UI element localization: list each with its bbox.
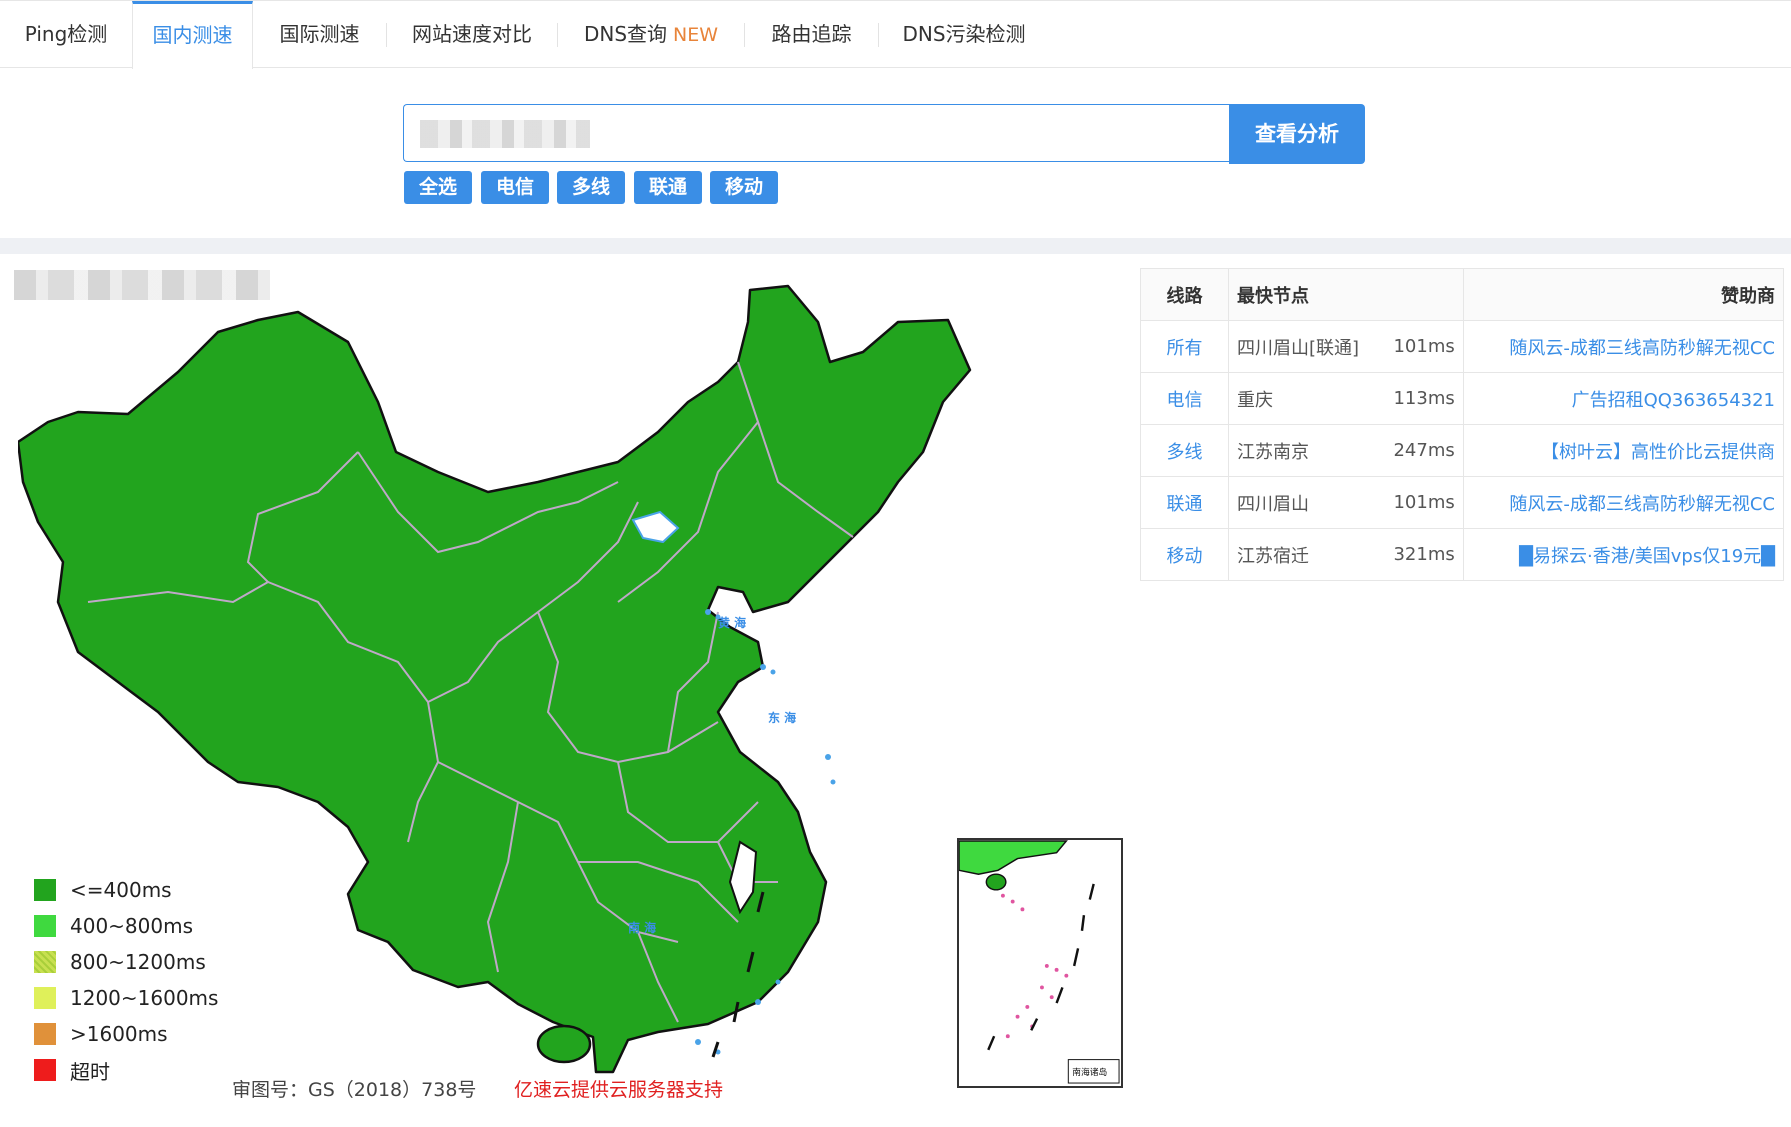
- legend-item: 1200~1600ms: [34, 980, 218, 1016]
- tab-label: 国内测速: [152, 23, 233, 47]
- table-row: 联通 四川眉山 101ms 随风云-成都三线高防秒解无视CC: [1140, 476, 1785, 529]
- tab-international-speed[interactable]: 国际测速: [253, 1, 386, 68]
- sponsor-link[interactable]: 广告招租QQ363654321: [1462, 372, 1785, 425]
- tab-route-trace[interactable]: 路由追踪: [745, 1, 878, 68]
- legend-swatch: [34, 1023, 56, 1045]
- south-china-sea-inset: 南海诸岛: [957, 838, 1123, 1088]
- header-line: 线路: [1140, 268, 1229, 321]
- tab-label: 网站速度对比: [412, 22, 532, 46]
- latency-cell: 101ms: [1385, 320, 1464, 373]
- tab-label: DNS查询: [583, 22, 668, 46]
- sponsor-link[interactable]: 随风云-成都三线高防秒解无视CC: [1462, 320, 1785, 373]
- line-link[interactable]: 电信: [1140, 372, 1229, 425]
- table-row: 多线 江苏南京 247ms 【树叶云】高性价比云提供商: [1140, 424, 1785, 477]
- latency-cell: 113ms: [1385, 372, 1464, 425]
- legend-label: 超时: [70, 1059, 110, 1084]
- table-row: 所有 四川眉山[联通] 101ms 随风云-成都三线高防秒解无视CC: [1140, 320, 1785, 373]
- node-cell: 四川眉山[联通]: [1228, 320, 1386, 373]
- table-header-row: 线路 最快节点 赞助商: [1140, 268, 1785, 321]
- table-row: 移动 江苏宿迁 321ms █易探云·香港/美国vps仅19元█: [1140, 528, 1785, 581]
- hainan-island: [536, 1024, 592, 1064]
- tab-ping[interactable]: Ping检测: [0, 1, 132, 68]
- filter-mobile-button[interactable]: 移动: [710, 171, 778, 204]
- header-fastest-node: 最快节点: [1228, 268, 1464, 321]
- inset-label: 南海诸岛: [1072, 1066, 1107, 1078]
- node-cell: 重庆: [1228, 372, 1386, 425]
- line-link[interactable]: 移动: [1140, 528, 1229, 581]
- tab-label: 路由追踪: [771, 22, 852, 46]
- node-cell: 江苏南京: [1228, 424, 1386, 477]
- section-divider: [0, 238, 1791, 254]
- sponsor-link[interactable]: 【树叶云】高性价比云提供商: [1462, 424, 1785, 477]
- latency-cell: 247ms: [1385, 424, 1464, 477]
- sponsor-link[interactable]: █易探云·香港/美国vps仅19元█: [1462, 528, 1785, 581]
- legend-swatch: [34, 951, 56, 973]
- tab-site-compare[interactable]: 网站速度对比: [387, 1, 557, 68]
- legend-label: 1200~1600ms: [70, 986, 219, 1010]
- legend-swatch: [34, 1059, 56, 1081]
- latency-cell: 321ms: [1385, 528, 1464, 581]
- sea-label: 南 海: [628, 920, 656, 935]
- table-row: 电信 重庆 113ms 广告招租QQ363654321: [1140, 372, 1785, 425]
- node-cell: 四川眉山: [1228, 476, 1386, 529]
- new-badge: NEW: [673, 24, 719, 46]
- domain-input[interactable]: [403, 104, 1229, 162]
- tab-dns-query[interactable]: DNS查询 NEW: [558, 1, 744, 68]
- inset-mainland: [959, 840, 1068, 875]
- legend-item: 800~1200ms: [34, 944, 218, 980]
- legend-swatch: [34, 987, 56, 1009]
- sea-label: 东 海: [768, 710, 796, 725]
- legend-label: <=400ms: [70, 878, 172, 902]
- legend-item: <=400ms: [34, 872, 218, 908]
- redacted-domain: [420, 120, 590, 148]
- support-link[interactable]: 亿速云提供云服务器支持: [514, 1075, 723, 1102]
- tab-domestic-speed[interactable]: 国内测速: [132, 1, 253, 69]
- inset-hainan: [985, 873, 1007, 891]
- legend-label: 800~1200ms: [70, 950, 206, 974]
- fastest-node-table: 线路 最快节点 赞助商 所有 四川眉山[联通] 101ms 随风云-成都三线高防…: [1140, 268, 1785, 581]
- sea-label: 黄 海: [718, 615, 746, 630]
- legend-swatch: [34, 915, 56, 937]
- inset-islands: [1000, 893, 1069, 1039]
- tab-label: DNS污染检测: [902, 22, 1026, 46]
- line-link[interactable]: 所有: [1140, 320, 1229, 373]
- analyze-button[interactable]: 查看分析: [1229, 104, 1365, 164]
- line-link[interactable]: 多线: [1140, 424, 1229, 477]
- tab-dns-pollution[interactable]: DNS污染检测: [879, 1, 1049, 68]
- filter-telecom-button[interactable]: 电信: [481, 171, 549, 204]
- filter-unicom-button[interactable]: 联通: [634, 171, 702, 204]
- filter-multiline-button[interactable]: 多线: [557, 171, 625, 204]
- latency-cell: 101ms: [1385, 476, 1464, 529]
- node-cell: 江苏宿迁: [1228, 528, 1386, 581]
- legend-swatch: [34, 879, 56, 901]
- legend-label: 400~800ms: [70, 914, 194, 938]
- legend-label: >1600ms: [70, 1022, 168, 1046]
- legend-item: >1600ms: [34, 1016, 218, 1052]
- tab-label: 国际测速: [279, 22, 360, 46]
- latency-legend: <=400ms 400~800ms 800~1200ms 1200~1600ms…: [34, 872, 218, 1088]
- map-approval-number: 审图号：GS（2018）738号: [232, 1079, 477, 1101]
- filter-all-button[interactable]: 全选: [404, 171, 472, 204]
- line-link[interactable]: 联通: [1140, 476, 1229, 529]
- tab-label: Ping检测: [24, 22, 108, 46]
- inset-boundary: [987, 883, 1095, 1051]
- top-tab-bar: Ping检测 国内测速 国际测速 网站速度对比 DNS查询 NEW 路由追踪 DN…: [0, 0, 1791, 69]
- legend-item: 超时: [34, 1052, 218, 1088]
- sponsor-link[interactable]: 随风云-成都三线高防秒解无视CC: [1462, 476, 1785, 529]
- legend-item: 400~800ms: [34, 908, 218, 944]
- header-sponsor: 赞助商: [1462, 268, 1785, 321]
